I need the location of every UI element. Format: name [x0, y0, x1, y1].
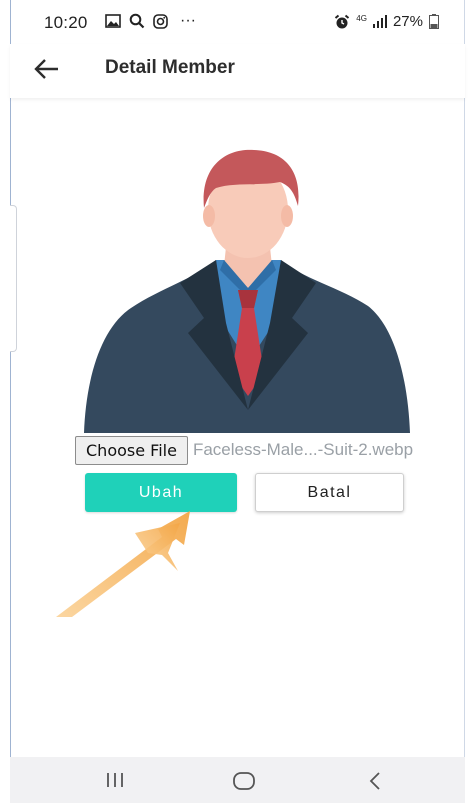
annotation-arrow	[56, 511, 190, 617]
nav-back-icon[interactable]	[365, 770, 385, 792]
side-panel-handle[interactable]	[10, 205, 17, 352]
device-frame-edge	[0, 0, 10, 803]
file-input: Choose File Faceless-Male...-Suit-2.webp	[75, 435, 414, 465]
search-icon	[129, 13, 145, 29]
app-bar: Detail Member	[10, 44, 465, 98]
instagram-icon	[153, 13, 168, 29]
choose-file-button[interactable]: Choose File	[75, 435, 188, 465]
device-frame-line-right	[464, 0, 465, 803]
selected-file-name: Faceless-Male...-Suit-2.webp	[192, 440, 414, 459]
status-notification-icons: ···	[105, 12, 196, 30]
phone-screen: 10:20 ··· 4G 27% Detail Member Choose Fi…	[0, 0, 470, 803]
battery-icon	[429, 14, 439, 29]
member-avatar	[84, 149, 410, 433]
recent-apps-icon[interactable]	[102, 771, 128, 789]
network-type: 4G	[356, 13, 367, 23]
more-dots-icon: ···	[180, 12, 196, 29]
status-bar: 10:20 ··· 4G 27%	[10, 0, 465, 44]
status-system-icons: 4G 27%	[334, 13, 439, 30]
alarm-icon	[335, 14, 350, 28]
status-time: 10:20	[44, 13, 88, 32]
batal-button[interactable]: Batal	[255, 473, 404, 512]
image-icon	[105, 14, 121, 28]
home-icon[interactable]	[232, 771, 256, 791]
page-title: Detail Member	[105, 57, 235, 78]
battery-percent: 27%	[392, 13, 423, 30]
back-arrow-icon[interactable]	[32, 56, 62, 82]
system-nav-bar	[10, 757, 465, 803]
signal-icon	[372, 15, 387, 28]
device-frame-line-left	[10, 0, 11, 803]
